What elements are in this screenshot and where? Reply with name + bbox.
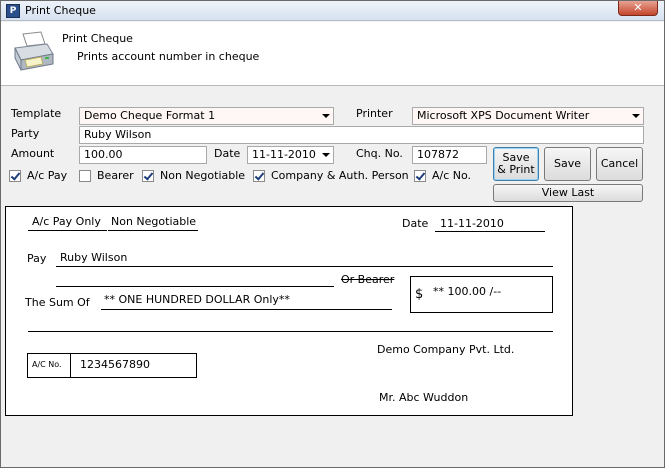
company-auth-label: Company & Auth. Person	[271, 169, 409, 182]
save-button[interactable]: Save	[544, 147, 591, 181]
template-value: Demo Cheque Format 1	[84, 109, 216, 122]
sum-line	[101, 309, 392, 310]
cheque-preview: A/c Pay Only Non Negotiable Date 11-11-2…	[5, 206, 573, 416]
save-print-button[interactable]: Save & Print	[493, 147, 539, 181]
party-input[interactable]: Ruby Wilson	[79, 126, 644, 144]
printer-label: Printer	[356, 107, 393, 120]
company-name: Demo Company Pvt. Ltd.	[377, 343, 515, 356]
non-negotiable-checkbox[interactable]: Non Negotiable	[142, 169, 245, 182]
date-picker[interactable]: 11-11-2010	[247, 146, 334, 164]
print-cheque-window: P Print Cheque ✕ Print Cheque Prints acc…	[0, 0, 665, 468]
date-label: Date	[214, 147, 241, 160]
save-print-line2: & Print	[497, 163, 535, 176]
chevron-down-icon	[322, 114, 330, 118]
chevron-down-icon	[632, 114, 640, 118]
cheque-date-line	[435, 231, 545, 232]
ac-pay-only-text: A/c Pay Only	[32, 215, 101, 228]
ac-no-divider	[70, 354, 71, 377]
payee-line	[56, 266, 553, 267]
bearer-label: Bearer	[97, 169, 134, 182]
header-panel: Print Cheque Prints account number in ch…	[1, 22, 664, 86]
or-bearer-text: Or Bearer	[341, 273, 395, 286]
printer-dropdown[interactable]: Microsoft XPS Document Writer	[412, 107, 644, 125]
amount-figures: ** 100.00 /--	[433, 285, 502, 298]
company-auth-checkbox[interactable]: Company & Auth. Person	[253, 169, 409, 182]
cheque-date-value: 11-11-2010	[440, 217, 504, 230]
view-last-button[interactable]: View Last	[493, 184, 643, 202]
non-negotiable-label: Non Negotiable	[160, 169, 246, 182]
chq-no-input[interactable]: 107872	[412, 146, 487, 164]
chevron-down-icon	[322, 153, 330, 157]
cheque-date-label: Date	[402, 217, 429, 230]
date-value: 11-11-2010	[252, 148, 316, 161]
printer-value: Microsoft XPS Document Writer	[417, 109, 590, 122]
amount-input[interactable]: 100.00	[79, 146, 207, 164]
header-title: Print Cheque	[62, 32, 133, 45]
template-label: Template	[11, 107, 62, 120]
cancel-button[interactable]: Cancel	[596, 147, 643, 181]
non-negotiable-underline	[108, 230, 198, 231]
ac-pay-checkbox[interactable]: A/c Pay	[9, 169, 67, 182]
payee-name: Ruby Wilson	[60, 251, 128, 264]
party-label: Party	[11, 127, 40, 140]
pay-label: Pay	[27, 252, 47, 265]
bearer-checkbox[interactable]: Bearer	[79, 169, 134, 182]
ac-no-box: A/C No. 1234567890	[27, 353, 197, 378]
bearer-line	[56, 286, 334, 287]
checkbox-checked-icon	[142, 169, 154, 182]
signatory-name: Mr. Abc Wuddon	[379, 391, 469, 404]
checkbox-checked-icon	[253, 169, 265, 182]
amount-box: $ ** 100.00 /--	[410, 276, 553, 313]
checkbox-checked-icon	[9, 169, 21, 182]
title-bar: P Print Cheque ✕	[1, 1, 664, 21]
ac-pay-only-underline	[28, 230, 107, 231]
header-subtitle: Prints account number in cheque	[77, 50, 260, 63]
printer-icon	[14, 31, 54, 71]
ac-pay-label: A/c Pay	[27, 169, 68, 182]
company-line	[28, 331, 553, 332]
ac-no-label: A/c No.	[432, 169, 472, 182]
non-negotiable-text: Non Negotiable	[111, 215, 197, 228]
close-button[interactable]: ✕	[618, 1, 658, 16]
amount-label: Amount	[11, 147, 55, 160]
checkbox-checked-icon	[414, 169, 426, 182]
app-icon: P	[6, 4, 20, 18]
ac-no-checkbox[interactable]: A/c No.	[414, 169, 471, 182]
checkbox-unchecked-icon	[79, 169, 91, 182]
ac-no-value: 1234567890	[80, 358, 150, 371]
window-title: Print Cheque	[25, 4, 96, 17]
chq-no-label: Chq. No.	[356, 147, 403, 160]
sum-label: The Sum Of	[25, 296, 90, 309]
currency-symbol: $	[415, 287, 424, 302]
sum-in-words: ** ONE HUNDRED DOLLAR Only**	[104, 293, 290, 306]
ac-no-box-label: A/C No.	[32, 360, 62, 369]
template-dropdown[interactable]: Demo Cheque Format 1	[79, 107, 334, 125]
